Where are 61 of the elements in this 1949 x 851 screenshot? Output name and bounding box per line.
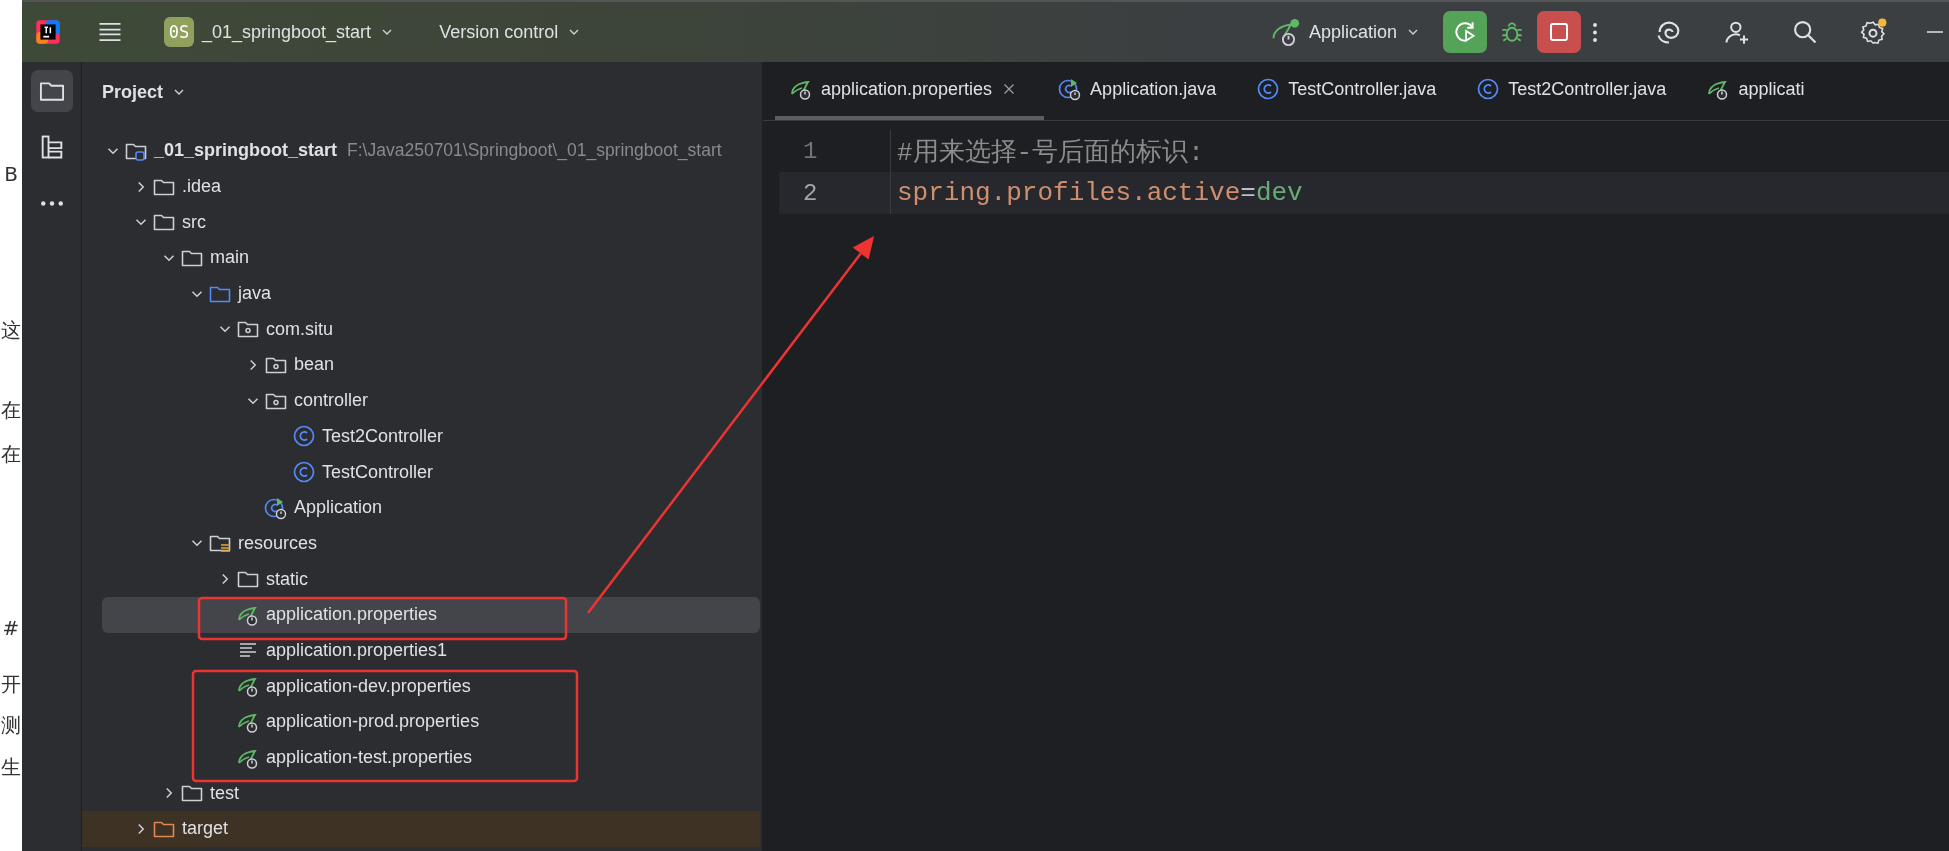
more-icon <box>40 200 63 206</box>
tree-item[interactable]: .idea <box>102 168 760 205</box>
tree-item[interactable]: src <box>102 204 760 241</box>
spring-class-icon <box>264 495 288 520</box>
tree-item[interactable]: target <box>82 811 760 847</box>
class-icon <box>292 424 316 449</box>
class-icon <box>292 460 316 485</box>
tree-item[interactable]: static <box>102 561 760 597</box>
tree-item[interactable]: test <box>102 775 760 812</box>
editor-tab[interactable]: Application.java <box>1044 62 1243 120</box>
more-icon <box>1593 22 1597 42</box>
tree-item[interactable]: com.situ <box>102 311 760 348</box>
spring-class-icon <box>1058 77 1083 101</box>
code-line: #用来选择-号后面的标识: <box>896 136 1204 169</box>
editor-tab[interactable]: application.properties <box>775 62 1045 120</box>
tree-item[interactable]: application-test.properties <box>102 739 760 776</box>
tree-item[interactable]: bean <box>102 347 760 383</box>
page-text: 测 <box>0 713 22 737</box>
tree-item[interactable]: application.properties1 <box>102 632 760 669</box>
tree-item[interactable]: Application <box>102 489 760 526</box>
tree-item[interactable]: TestController <box>102 454 760 490</box>
page-text: 这 <box>0 318 22 342</box>
minimize-icon <box>1927 31 1943 33</box>
tree-item[interactable]: application-prod.properties <box>102 704 760 740</box>
code-line: spring.profiles.active=dev <box>896 178 1303 208</box>
search-icon <box>1791 18 1819 46</box>
editor-tab[interactable]: TestController.java <box>1242 62 1463 120</box>
bug-icon <box>1499 19 1525 45</box>
tree-item[interactable]: _01_springboot_start F:\Java250701\Springboot\_01_springboot_start <box>102 133 760 169</box>
editor-tab[interactable]: Test2Controller.java <box>1462 62 1693 120</box>
leaf-icon <box>1270 17 1301 47</box>
rerun-button[interactable] <box>1443 11 1487 53</box>
page-text: 在 <box>0 442 22 466</box>
page-text: 在 <box>0 398 22 422</box>
tree-item[interactable]: application-dev.properties <box>102 668 760 704</box>
project-badge: 0S <box>164 17 194 47</box>
project-switcher[interactable]: 0S _01_springboot_start <box>156 11 404 53</box>
module-path: F:\Java250701\Springboot\_01_springboot_start <box>347 140 722 162</box>
class-icon <box>1476 77 1501 101</box>
tree-item[interactable]: Test2Controller <box>102 418 760 455</box>
version-control-menu[interactable]: Version control <box>431 15 591 49</box>
line-number: 2 <box>779 172 891 214</box>
page-text: B <box>3 162 19 186</box>
app-logo-icon <box>34 18 62 46</box>
project-button[interactable] <box>30 70 73 112</box>
project-view-menu[interactable]: Project <box>96 77 194 107</box>
page-text: 生 <box>0 755 22 779</box>
stop-icon <box>1547 20 1571 44</box>
stop-button[interactable] <box>1537 11 1581 53</box>
rerun-icon <box>1452 19 1478 45</box>
class-icon <box>1256 77 1281 101</box>
tree-item[interactable]: resources <box>102 525 760 562</box>
tree-item[interactable]: controller <box>102 382 760 419</box>
tree-item[interactable]: java <box>102 275 760 312</box>
tree-item[interactable]: main <box>102 240 760 276</box>
page-text: 开 <box>0 672 22 696</box>
page-text: # <box>1 616 21 640</box>
editor-tab[interactable]: applicati <box>1692 62 1831 120</box>
run-configuration-menu[interactable]: Application <box>1262 11 1429 53</box>
settings-icon <box>1859 18 1887 46</box>
tree-item[interactable]: application.properties <box>102 596 760 633</box>
